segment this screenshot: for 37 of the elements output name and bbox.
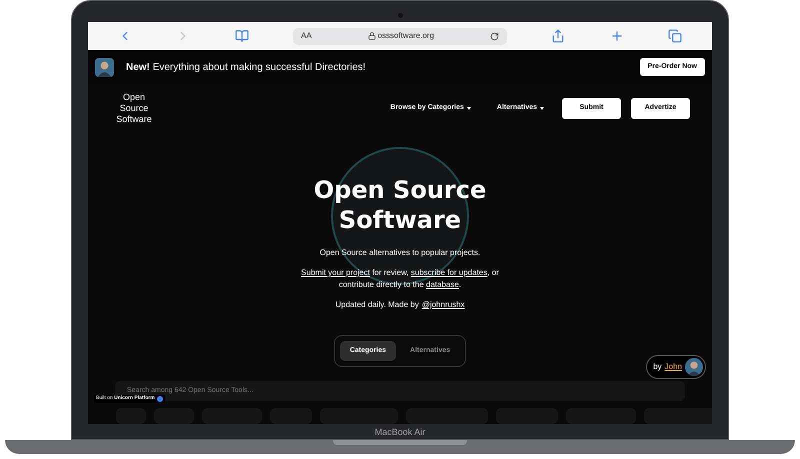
bookmarks-icon[interactable] (234, 29, 249, 43)
inline-link[interactable]: Submit your project (301, 268, 370, 277)
author-name-link[interactable]: John (664, 361, 682, 373)
caret-icon (540, 106, 544, 110)
site-logo[interactable]: Open Source Software (110, 92, 158, 124)
avatar-icon (95, 58, 114, 76)
text-size-button[interactable]: AA (300, 30, 312, 42)
category-chip[interactable] (406, 408, 488, 424)
category-chip[interactable] (496, 408, 558, 424)
new-tab-icon[interactable] (610, 29, 624, 43)
author-badge[interactable]: by John (646, 355, 706, 379)
address-bar[interactable]: AA osssoftware.org (292, 28, 507, 44)
device-label: MacBook Air (374, 426, 426, 438)
category-chip[interactable] (202, 408, 262, 424)
category-chip[interactable] (566, 408, 636, 424)
lock-icon (368, 32, 376, 40)
credit-text: Updated daily. Made by (335, 299, 419, 311)
hero-description: Submit your project for review, subscribe for updates, or contribute directly to the database. (300, 267, 500, 291)
camera-icon (398, 13, 402, 18)
avatar-icon (685, 358, 703, 376)
tabs-icon[interactable] (668, 29, 682, 43)
banner-text: New! Everything about making successful Directories! (126, 60, 366, 74)
url-text: osssoftware.org (378, 30, 434, 42)
inline-link[interactable]: database (426, 280, 459, 289)
category-chip[interactable] (154, 408, 194, 424)
reload-icon[interactable] (490, 32, 499, 40)
author-prefix: by (653, 361, 662, 373)
caret-icon (466, 106, 471, 110)
hero-title: Open Source Software (314, 175, 486, 235)
author-link[interactable]: @johnrushx (422, 299, 465, 311)
category-chip[interactable] (270, 408, 312, 424)
inline-link[interactable]: subscribe for updates (410, 268, 488, 277)
unicorn-icon (156, 396, 163, 402)
category-chip[interactable] (320, 408, 398, 424)
hero-subtitle: Open Source alternatives to popular projects. (320, 247, 480, 259)
category-chip[interactable] (116, 408, 146, 424)
share-icon[interactable] (551, 29, 566, 43)
